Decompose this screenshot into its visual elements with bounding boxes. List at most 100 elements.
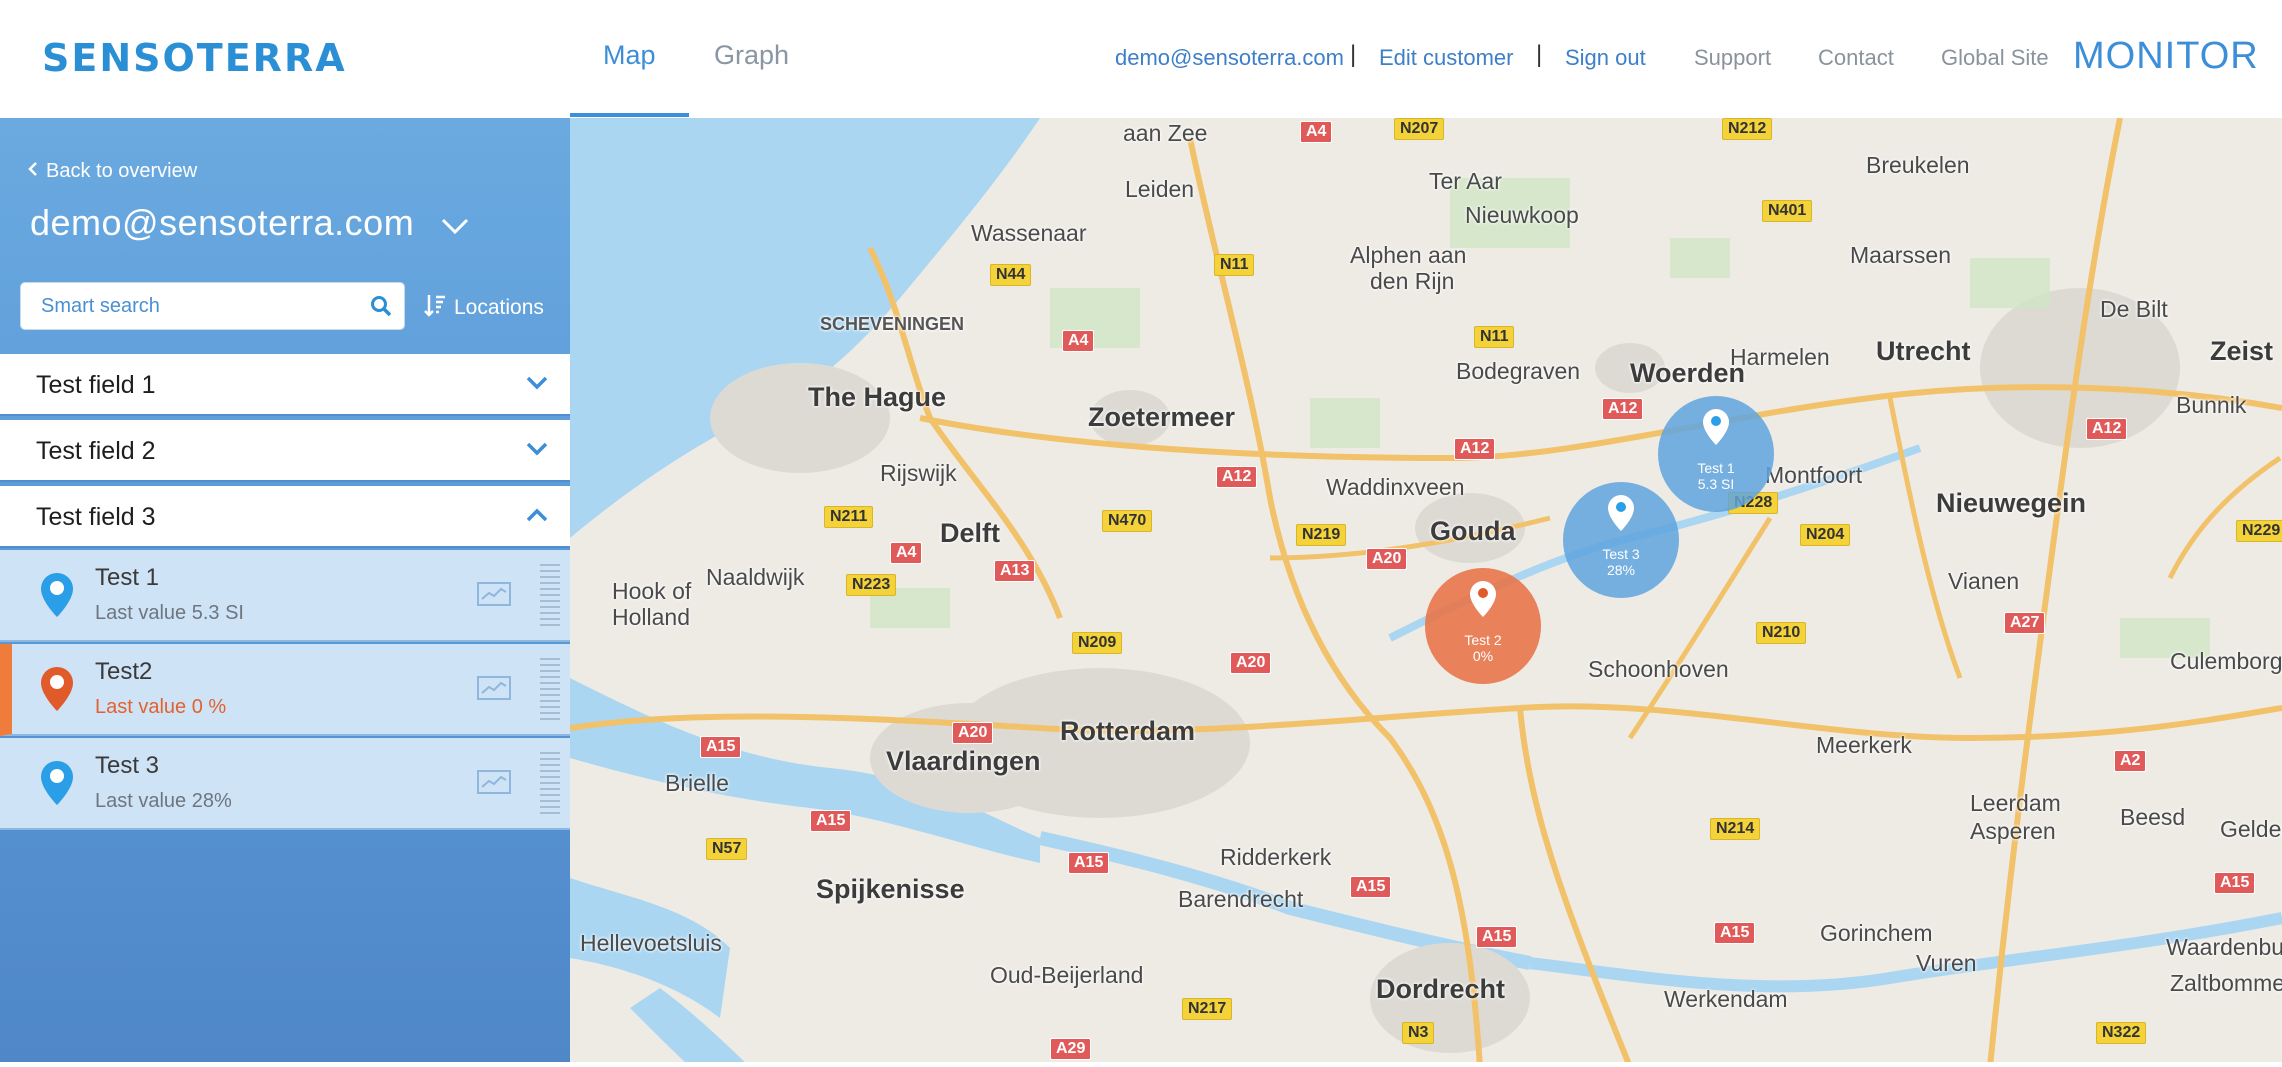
product-name: MONITOR bbox=[2073, 35, 2259, 77]
graph-icon[interactable] bbox=[477, 676, 511, 705]
road-shield: A15 bbox=[1714, 922, 1756, 944]
road-shield: A13 bbox=[994, 560, 1036, 582]
map-label: Beesd bbox=[2120, 804, 2186, 830]
map-label: Culemborg bbox=[2170, 648, 2282, 674]
map-label: Harmelen bbox=[1730, 344, 1830, 370]
map-label: Vuren bbox=[1916, 950, 1977, 976]
sensor-last-value: Last value 28% bbox=[95, 790, 232, 812]
chevron-down-icon[interactable] bbox=[526, 442, 548, 461]
map-label: Gelder bbox=[2220, 816, 2282, 842]
chevron-down-icon bbox=[440, 202, 470, 244]
account-selector[interactable]: demo@sensoterra.com bbox=[30, 202, 470, 244]
map-label: Rijswijk bbox=[880, 460, 957, 486]
map-label: Waddinxveen bbox=[1326, 474, 1465, 500]
drag-handle[interactable] bbox=[540, 658, 560, 722]
sensor-row-test-1[interactable]: Test 1 Last value 5.3 SI bbox=[0, 550, 570, 642]
search-icon[interactable] bbox=[370, 295, 392, 322]
sensoterra-logo[interactable]: SENSOTERRA bbox=[42, 36, 347, 80]
road-shield: A12 bbox=[2086, 418, 2128, 440]
map-label: Werkendam bbox=[1664, 986, 1788, 1012]
road-shield: N11 bbox=[1214, 254, 1255, 276]
map-label: Leerdam bbox=[1970, 790, 2061, 816]
drag-handle[interactable] bbox=[540, 564, 560, 628]
sensor-row-test-3[interactable]: Test 3 Last value 28% bbox=[0, 738, 570, 830]
marker-name: Test 3 bbox=[1602, 546, 1640, 562]
tab-map[interactable]: Map bbox=[603, 40, 656, 71]
separator: | bbox=[1536, 41, 1543, 68]
global-site-link[interactable]: Global Site bbox=[1941, 45, 2049, 71]
locations-label: Locations bbox=[454, 296, 544, 319]
page-bottom-border bbox=[0, 1062, 2282, 1067]
road-shield: A15 bbox=[810, 810, 852, 832]
map-label: Gorinchem bbox=[1820, 920, 1933, 946]
locations-sort-button[interactable]: Locations bbox=[424, 293, 544, 323]
road-shield: A15 bbox=[2214, 872, 2256, 894]
map-label: Ter Aar bbox=[1429, 168, 1502, 194]
field-row-test-field-3[interactable]: Test field 3 bbox=[0, 486, 570, 548]
marker-value: 5.3 SI bbox=[1697, 476, 1735, 492]
contact-link[interactable]: Contact bbox=[1818, 45, 1894, 71]
map-label: Bodegraven bbox=[1456, 358, 1581, 384]
map-label: Nieuwegein bbox=[1936, 488, 2087, 518]
field-row-test-field-1[interactable]: Test field 1 bbox=[0, 354, 570, 416]
road-shield: A12 bbox=[1454, 438, 1496, 460]
graph-icon[interactable] bbox=[477, 770, 511, 799]
road-shield: N211 bbox=[824, 506, 874, 528]
location-pin-icon bbox=[40, 572, 74, 623]
map-label: Hellevoetsluis bbox=[580, 930, 722, 956]
sign-out-link[interactable]: Sign out bbox=[1565, 45, 1646, 71]
map-label: aan Zee bbox=[1123, 120, 1208, 146]
map-label: Hook of bbox=[612, 578, 692, 604]
chevron-up-icon[interactable] bbox=[526, 508, 548, 527]
back-label: Back to overview bbox=[46, 160, 198, 182]
location-pin-icon bbox=[40, 760, 74, 811]
map-label: Ridderkerk bbox=[1220, 844, 1332, 870]
smart-search-input[interactable] bbox=[39, 294, 363, 319]
map-marker-test-1[interactable]: Test 1 5.3 SI bbox=[1658, 396, 1774, 512]
map-view[interactable]: aan Zee Leiden Wassenaar Ter Aar Nieuwko… bbox=[570, 118, 2282, 1067]
user-email-link[interactable]: demo@sensoterra.com bbox=[1115, 45, 1344, 71]
road-shield: A20 bbox=[952, 722, 994, 744]
smart-search-box[interactable] bbox=[20, 282, 405, 330]
road-shield: N210 bbox=[1756, 622, 1807, 644]
road-shield: N229 bbox=[2236, 520, 2282, 542]
map-label: Barendrecht bbox=[1178, 886, 1304, 912]
active-tab-indicator bbox=[570, 113, 689, 117]
map-label: Gouda bbox=[1430, 516, 1516, 546]
tab-graph[interactable]: Graph bbox=[714, 40, 789, 71]
road-shield: A12 bbox=[1602, 398, 1644, 420]
map-marker-test-2[interactable]: Test 2 0% bbox=[1425, 568, 1541, 684]
map-label: Alphen aan bbox=[1350, 242, 1467, 268]
marker-value: 28% bbox=[1606, 562, 1636, 578]
marker-value: 0% bbox=[1472, 648, 1494, 664]
road-shield: N217 bbox=[1182, 998, 1233, 1020]
road-shield: N322 bbox=[2096, 1022, 2147, 1044]
drag-handle[interactable] bbox=[540, 752, 560, 816]
field-label: Test field 3 bbox=[36, 503, 156, 531]
road-shield: A20 bbox=[1366, 548, 1408, 570]
graph-icon[interactable] bbox=[477, 582, 511, 611]
map-marker-test-3[interactable]: Test 3 28% bbox=[1563, 482, 1679, 598]
sensor-name: Test 1 bbox=[95, 564, 160, 591]
road-shield: N214 bbox=[1710, 818, 1761, 840]
support-link[interactable]: Support bbox=[1694, 45, 1771, 71]
map-label: De Bilt bbox=[2100, 296, 2168, 322]
road-shield: N401 bbox=[1762, 200, 1813, 222]
sensor-row-test2[interactable]: Test2 Last value 0 % bbox=[0, 644, 570, 736]
field-label: Test field 1 bbox=[36, 371, 156, 399]
back-to-overview-link[interactable]: Back to overview bbox=[28, 160, 197, 183]
road-shield: A4 bbox=[890, 542, 923, 564]
field-row-test-field-2[interactable]: Test field 2 bbox=[0, 420, 570, 482]
road-shield: N219 bbox=[1296, 524, 1347, 546]
map-label: Spijkenisse bbox=[816, 874, 965, 904]
road-shield: N209 bbox=[1072, 632, 1123, 654]
edit-customer-link[interactable]: Edit customer bbox=[1379, 45, 1514, 71]
road-shield: A12 bbox=[1216, 466, 1258, 488]
map-label: Utrecht bbox=[1876, 336, 1971, 366]
chevron-down-icon[interactable] bbox=[526, 376, 548, 395]
road-shield: N470 bbox=[1102, 510, 1153, 532]
location-pin-icon bbox=[40, 666, 74, 717]
sort-icon bbox=[424, 293, 446, 323]
map-label: Oud-Beijerland bbox=[990, 962, 1144, 988]
road-shield: A4 bbox=[1300, 121, 1333, 143]
